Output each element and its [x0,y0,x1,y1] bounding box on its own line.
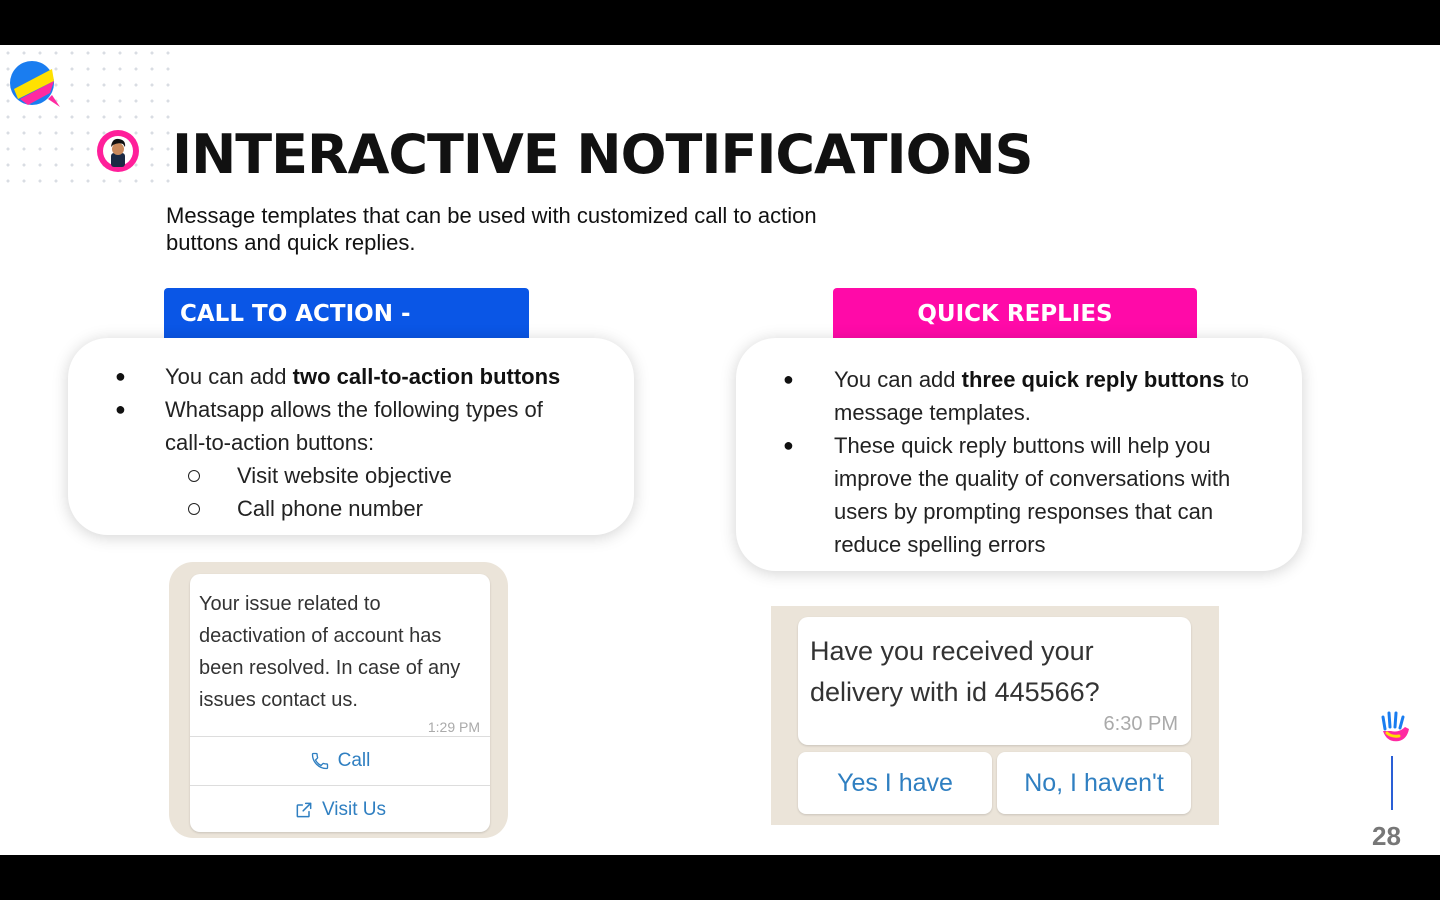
qr-bullet-1-bold: three quick reply buttons [961,367,1225,392]
cta-message-time: 1:29 PM [427,719,480,735]
qr-bullet-1-line-2: message templates. [834,400,1031,425]
cta-bullet-1-text: You can add [165,364,293,389]
corner-divider-line [1391,756,1393,810]
tab-call-to-action: CALL TO ACTION - BUTTONS [164,288,529,379]
cta-bullet-1-bold: two call-to-action buttons [292,364,561,389]
phone-icon [311,752,328,770]
call-button[interactable]: Call [190,737,490,785]
bullet-dot: ● [115,366,126,386]
cta-chat-screenshot: Your issue related to deactivation of ac… [169,562,508,838]
qr-bullet-1-text: You can add [834,367,962,392]
qr-bullet-1-suffix: to [1224,367,1249,392]
letterbox-top [0,0,1440,45]
letterbox-bottom [0,855,1440,900]
tab-quick-replies: QUICK REPLIES [833,288,1197,340]
external-link-icon [296,802,312,818]
qr-message-time: 6:30 PM [1103,713,1178,735]
cta-bullet-1: You can add two call-to-action buttons [165,360,560,393]
cta-message-text: Your issue related to deactivation of ac… [199,593,461,711]
visit-us-button[interactable]: Visit Us [190,786,490,834]
bullet-dot: ● [783,369,794,389]
qr-bullet-2-line-1: These quick reply buttons will help you [834,433,1211,458]
sub-bullet-circle [188,470,200,482]
qr-message-bubble: Have you received your delivery with id … [798,617,1191,745]
call-button-label: Call [337,750,371,771]
avatar-icon [97,130,139,172]
qr-bullet-2-line-2: improve the quality of conversations wit… [834,466,1231,491]
qr-bullet-2-line-3: users by prompting responses that can [834,499,1214,524]
cta-info-card: ● You can add two call-to-action buttons… [68,338,634,535]
sub-bullet-circle [188,503,200,515]
qr-chat-screenshot: Have you received your delivery with id … [771,606,1219,825]
cta-message-bubble: Your issue related to deactivation of ac… [190,574,490,832]
hand-icon [1381,711,1409,742]
qr-info-card: ● You can add three quick reply buttons … [736,338,1302,571]
yes-i-have-button[interactable]: Yes I have [798,752,992,814]
bullet-dot: ● [115,399,126,419]
qr-bullet-1: You can add three quick reply buttons to [834,363,1249,396]
page-number: 28 [1372,821,1401,851]
cta-sub-bullet-2: Call phone number [237,496,423,521]
qr-message-text: Have you received your delivery with id … [810,636,1100,707]
brand-logo-icon [10,61,60,107]
page-title: INTERACTIVE NOTIFICATIONS [172,123,1034,186]
visit-us-button-label: Visit Us [321,799,387,820]
no-i-havent-button[interactable]: No, I haven't [997,752,1191,814]
cta-bullet-2-line-1: Whatsapp allows the following types of [165,397,543,422]
slide: INTERACTIVE NOTIFICATIONS Message templa… [0,45,1440,855]
cta-sub-bullet-1: Visit website objective [237,463,452,488]
cta-bullet-2-line-2: call-to-action buttons: [165,430,375,455]
bullet-dot: ● [783,435,794,455]
qr-bullet-2-line-4: reduce spelling errors [834,532,1046,557]
page-subtitle: Message templates that can be used with … [166,203,817,255]
